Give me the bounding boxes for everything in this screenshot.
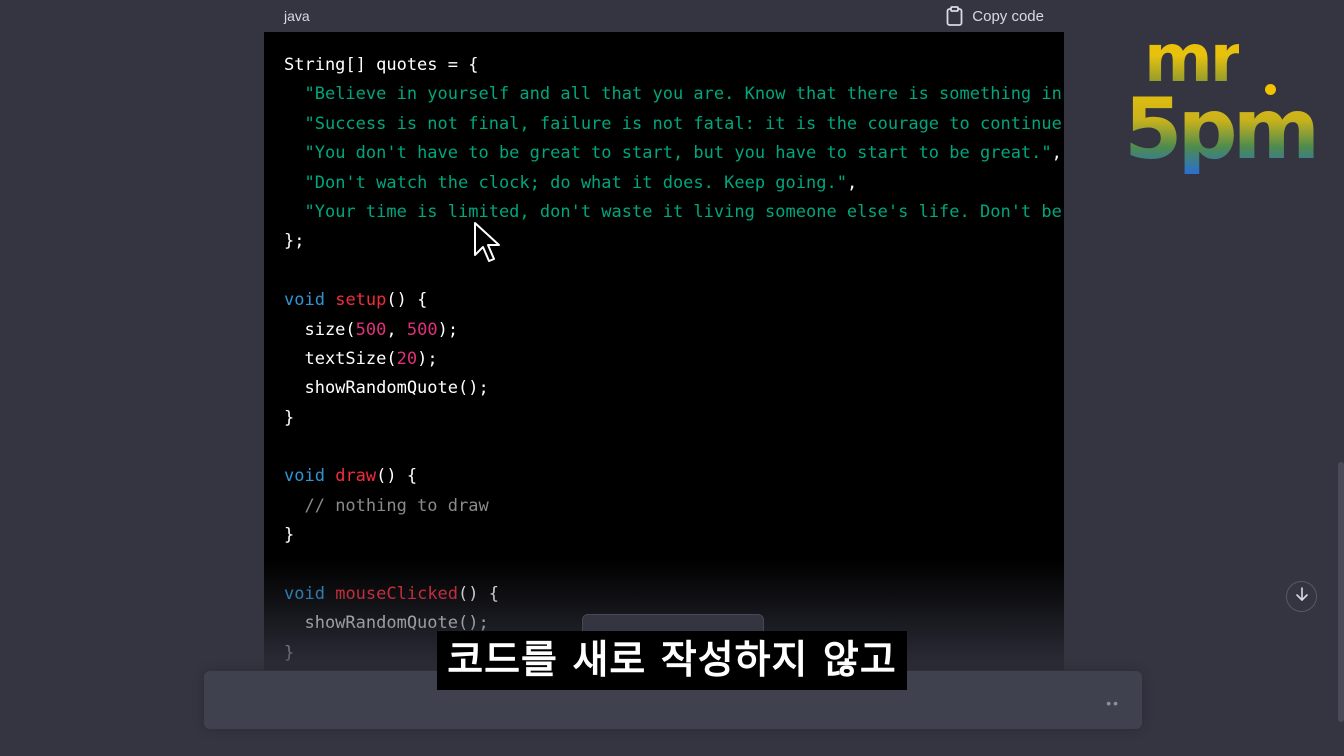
code-line: } [284,404,1064,433]
code-token: }; [284,231,305,252]
code-line: size(500, 500); [284,316,1064,345]
code-line: // nothing to draw [284,492,1064,521]
code-token: String[] quotes = { [284,55,479,75]
code-token: "Success is not final, failure is not fa… [304,113,1062,134]
code-line: void mouseClicked() { [284,580,1064,609]
code-line: void setup() { [284,286,1064,315]
code-token: ); [437,319,459,340]
video-subtitle: 코드를 새로 작성하지 않고 [437,631,907,690]
scroll-to-bottom-button[interactable] [1286,581,1317,612]
clipboard-icon [946,6,963,26]
code-line: ​ [284,551,1064,580]
code-token: "Believe in yourself and all that you ar… [304,84,1062,105]
code-token: showRandomQuote(); [284,378,489,399]
code-token: () { [376,466,418,487]
code-token: } [284,642,295,663]
code-token: ); [417,348,438,369]
code-token: } [284,407,295,428]
code-token: , [1051,143,1062,164]
code-token: draw [335,466,377,487]
code-token: void [284,584,325,605]
channel-logo: mr 5pm [1120,24,1320,184]
code-line: textSize(20); [284,345,1064,374]
code-token: 500 [355,319,387,340]
code-token: 20 [396,348,418,369]
code-line: "Your time is limited, don't waste it li… [284,198,1064,227]
code-token: mouseClicked [335,584,459,605]
copy-code-button[interactable]: Copy code [946,6,1044,26]
code-token: "You don't have to be great to start, bu… [304,143,1052,164]
code-line: void draw() { [284,462,1064,491]
code-token: "Your time is limited, don't waste it li… [304,201,1062,222]
code-line: "You don't have to be great to start, bu… [284,139,1064,168]
chat-window: java Copy code String[] quotes = { "Beli… [0,0,1344,756]
code-line: }; [284,227,1064,256]
logo-text-5pm: 5pm [1124,80,1320,178]
code-token: textSize( [284,348,397,369]
code-content: String[] quotes = { "Believe in yourself… [284,51,1064,670]
code-line: } [284,521,1064,550]
code-token: 500 [406,319,438,340]
code-token: () { [458,584,499,605]
copy-code-label: Copy code [972,7,1044,25]
mouse-pointer-icon [473,221,501,263]
code-language-label: java [284,8,310,24]
code-token: setup [335,290,387,311]
code-block-header: java Copy code [264,0,1064,32]
code-line: "Believe in yourself and all that you ar… [284,80,1064,109]
code-token: size( [284,319,356,340]
arrow-down-icon [1295,586,1309,607]
code-block: java Copy code String[] quotes = { "Beli… [264,0,1064,670]
code-token: } [284,525,295,546]
code-token: , [386,319,407,340]
code-token: // nothing to draw [304,495,489,516]
code-line: ​ [284,433,1064,462]
code-line: "Success is not final, failure is not fa… [284,110,1064,139]
code-token: "Don't watch the clock; do what it does.… [304,172,847,193]
send-indicator-icon: •• [1106,695,1120,711]
code-line: String[] quotes = { [284,51,1064,80]
page-scrollbar[interactable] [1338,462,1344,722]
code-token: void [284,466,325,487]
code-line: ​ [284,257,1064,286]
code-token: void [284,290,325,311]
code-line: "Don't watch the clock; do what it does.… [284,169,1064,198]
code-token: () { [386,290,428,311]
code-line: showRandomQuote(); [284,374,1064,403]
code-token: , [846,172,858,193]
